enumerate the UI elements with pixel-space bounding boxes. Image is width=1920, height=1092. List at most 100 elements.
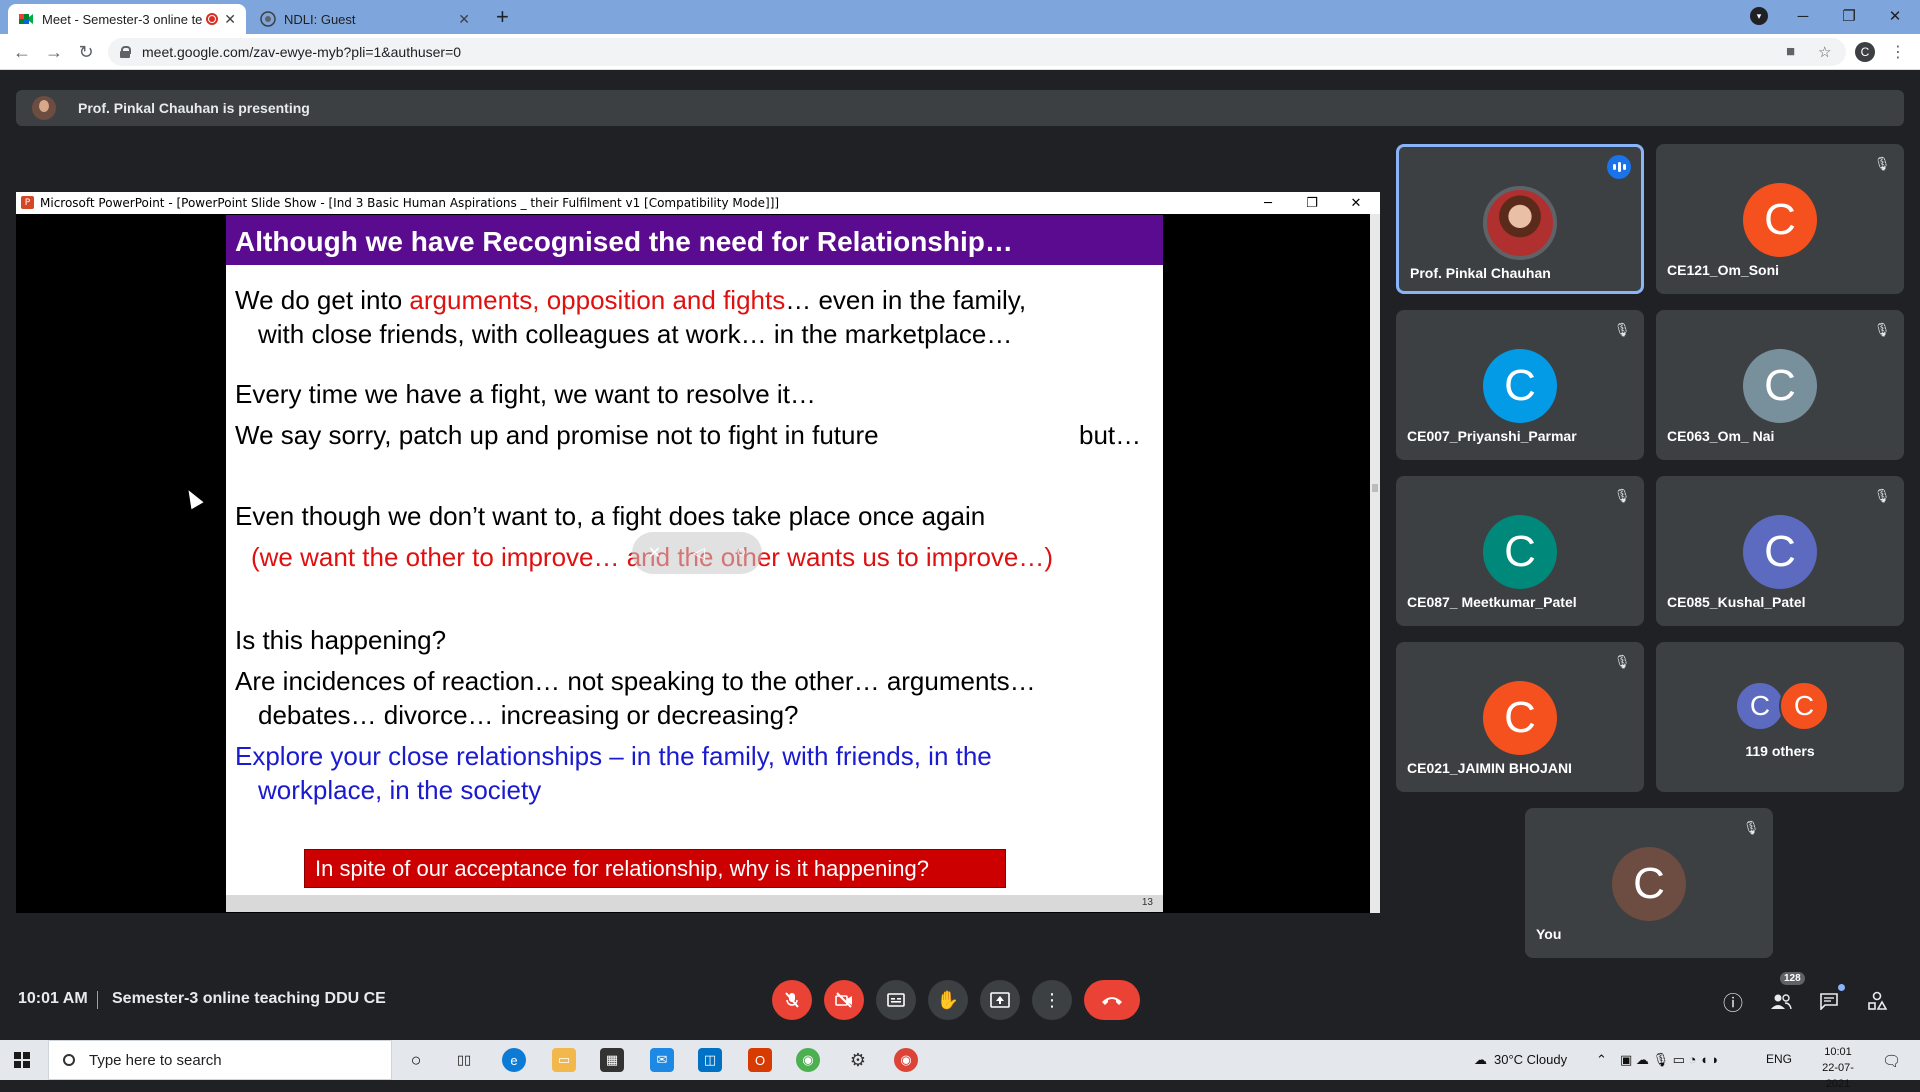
pp-restore-icon: ❐ [1306,195,1318,211]
participant-name: Prof. Pinkal Chauhan [1410,265,1551,281]
camera-icon[interactable]: ■ [1786,43,1795,60]
stream-overlay-controls[interactable]: ✕ ◁ ○ [632,532,762,574]
more-vert-icon: ⋮ [1043,989,1061,1010]
mic-toggle-button[interactable] [772,980,812,1020]
participant-tile[interactable]: C 🎙︎ CE085_Kushal_Patel [1656,476,1904,626]
chrome-menu-icon[interactable]: ⋮ [1890,42,1906,62]
tab-title: NDLI: Guest [284,11,356,27]
address-bar[interactable]: meet.google.com/zav-ewye-myb?pli=1&authu… [108,38,1846,66]
close-tab-icon[interactable]: ✕ [458,11,470,28]
notifications-icon[interactable]: 🗨 [1882,1052,1901,1070]
participant-tile[interactable]: C 🎙︎ CE021_JAIMIN BHOJANI [1396,642,1644,792]
forward-icon[interactable]: → [42,40,66,64]
tray-expand-icon[interactable]: ⌃ [1596,1052,1607,1068]
volume-off-icon[interactable]: ◁ [693,543,705,563]
participant-name: CE121_Om_Soni [1667,262,1780,278]
participant-tile[interactable]: C 🎙︎ CE063_Om_ Nai [1656,310,1904,460]
profile-avatar[interactable]: C [1855,42,1875,62]
mic-off-icon[interactable]: ✕ [648,543,661,563]
weather-text[interactable]: 30°C Cloudy [1494,1052,1567,1067]
leave-call-button[interactable] [1084,980,1140,1020]
tab-ndli[interactable]: NDLI: Guest ✕ [250,4,480,34]
chrome-active-icon[interactable]: ◉ [894,1048,918,1072]
powerpoint-titlebar: P Microsoft PowerPoint - [PowerPoint Sli… [16,192,1380,214]
bookmark-star-icon[interactable]: ☆ [1818,43,1831,61]
participant-tile[interactable]: C 🎙︎ CE007_Priyanshi_Parmar [1396,310,1644,460]
weather-icon[interactable]: ☁ [1474,1052,1487,1068]
restore-icon[interactable]: ❐ [1826,0,1872,32]
edge-icon[interactable]: e [502,1048,526,1072]
participant-tile[interactable]: Prof. Pinkal Chauhan [1396,144,1644,294]
participant-tile[interactable]: C 🎙︎ CE087_ Meetkumar_Patel [1396,476,1644,626]
others-tile[interactable]: C C 119 others [1656,642,1904,792]
present-now-button[interactable] [980,980,1020,1020]
search-icon [63,1054,75,1066]
close-window-icon[interactable]: ✕ [1872,0,1918,32]
captions-button[interactable] [876,980,916,1020]
close-tab-icon[interactable]: ✕ [224,11,236,28]
slide-line: with close friends, with colleagues at w… [258,319,1013,349]
back-icon[interactable]: ← [10,40,34,64]
participant-name: CE063_Om_ Nai [1667,428,1775,444]
raise-hand-button[interactable]: ✋ [928,980,968,1020]
meeting-name: Semester-3 online teaching DDU CE [112,990,386,1007]
participant-avatar: C [1743,349,1817,423]
cortana-icon[interactable]: ○ [404,1048,428,1072]
participant-avatar: C [1612,847,1686,921]
chrome-icon[interactable]: ◉ [796,1048,820,1072]
reload-icon[interactable]: ↻ [74,40,98,64]
lock-icon [120,46,131,58]
slide-callout: In spite of our acceptance for relations… [304,849,1006,888]
tray-icons[interactable]: ▣ ☁ 🎙︎ ▭ ◔ ◖ ◗ [1620,1052,1719,1068]
clock-time: 10:01 [1824,1046,1852,1058]
participant-avatar: C [1735,681,1785,731]
pin-icon[interactable]: ○ [737,544,747,562]
settings-gear-icon[interactable]: ⚙ [846,1048,870,1072]
language-indicator[interactable]: ENG [1766,1052,1792,1066]
store-icon[interactable]: ▦ [600,1048,624,1072]
participant-tile[interactable]: C 🎙︎ CE121_Om_Soni [1656,144,1904,294]
browser-tab-strip: Meet - Semester-3 online te ✕ NDLI: Gues… [0,0,1920,34]
mic-muted-icon: 🎙︎ [1873,488,1891,503]
pp-close-icon: ✕ [1350,195,1362,211]
new-tab-icon[interactable]: + [496,4,509,30]
task-view-icon[interactable]: ▯▯ [452,1048,476,1072]
slide-line: Are incidences of reaction… not speaking… [235,666,1036,696]
slide-footer: 13 [226,895,1163,912]
browser-toolbar: ← → ↻ meet.google.com/zav-ewye-myb?pli=1… [0,34,1920,70]
url-text: meet.google.com/zav-ewye-myb?pli=1&authu… [142,44,462,60]
presenter-avatar [32,96,56,120]
participant-name: CE007_Priyanshi_Parmar [1407,428,1577,444]
meeting-details-icon[interactable]: ⓘ [1720,988,1746,1015]
participant-count-badge: 128 [1780,972,1805,985]
participant-name: You [1536,926,1562,942]
self-tile[interactable]: C 🎙︎ You [1525,808,1773,958]
tab-meet[interactable]: Meet - Semester-3 online te ✕ [8,4,246,34]
present-screen-icon [990,992,1010,1008]
slide-number: 13 [1141,897,1153,908]
tab-search-icon[interactable]: ▾ [1750,7,1768,25]
participant-name: CE021_JAIMIN BHOJANI [1407,760,1572,776]
dell-icon[interactable]: ◫ [698,1048,722,1072]
system-clock[interactable]: 10:01 22-07-2021 [1810,1044,1866,1092]
mic-muted-icon: 🎙︎ [1742,820,1760,835]
activities-icon[interactable] [1864,988,1890,1014]
participant-avatar: C [1779,681,1829,731]
slide-line: Explore your close relationships – in th… [235,741,992,771]
powerpoint-window-title: Microsoft PowerPoint - [PowerPoint Slide… [40,196,780,210]
globe-icon [260,11,276,27]
mail-icon[interactable]: ✉ [650,1048,674,1072]
camera-toggle-button[interactable] [824,980,864,1020]
participant-name: CE085_Kushal_Patel [1667,594,1806,610]
slide-line: Is this happening? [235,625,447,655]
taskbar-search-input[interactable]: Type here to search [48,1040,392,1080]
chat-icon[interactable] [1816,988,1842,1014]
office-icon[interactable]: O [748,1048,772,1072]
minimize-icon[interactable]: ─ [1780,0,1826,32]
mic-off-icon [785,992,799,1008]
windows-start-icon[interactable] [14,1052,30,1068]
file-explorer-icon[interactable]: ▭ [552,1048,576,1072]
more-options-button[interactable]: ⋮ [1032,980,1072,1020]
people-icon[interactable] [1768,988,1794,1014]
unread-dot [1838,984,1845,991]
